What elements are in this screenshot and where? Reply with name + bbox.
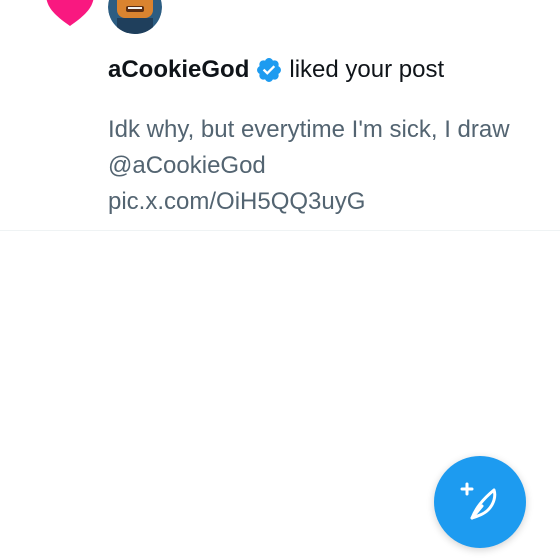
heart-icon <box>46 0 94 26</box>
avatar[interactable] <box>108 0 162 34</box>
notification-item[interactable]: aCookieGod liked your post Idk why, but … <box>0 0 560 230</box>
post-preview[interactable]: Idk why, but everytime I'm sick, I draw … <box>108 112 548 220</box>
notification-action-text: liked your post <box>289 56 445 83</box>
compose-post-icon <box>460 482 497 520</box>
post-preview-line: Idk why, but everytime I'm sick, I draw <box>108 116 510 143</box>
verified-badge-icon <box>257 58 282 82</box>
notification-headline: aCookieGod liked your post <box>108 54 444 86</box>
divider <box>0 230 560 231</box>
avatar-image <box>108 0 162 34</box>
username-link[interactable]: aCookieGod <box>108 54 249 86</box>
compose-post-button[interactable] <box>434 456 526 548</box>
post-preview-link: pic.x.com/OiH5QQ3uyG <box>108 188 366 215</box>
post-preview-mention: @aCookieGod <box>108 152 266 179</box>
